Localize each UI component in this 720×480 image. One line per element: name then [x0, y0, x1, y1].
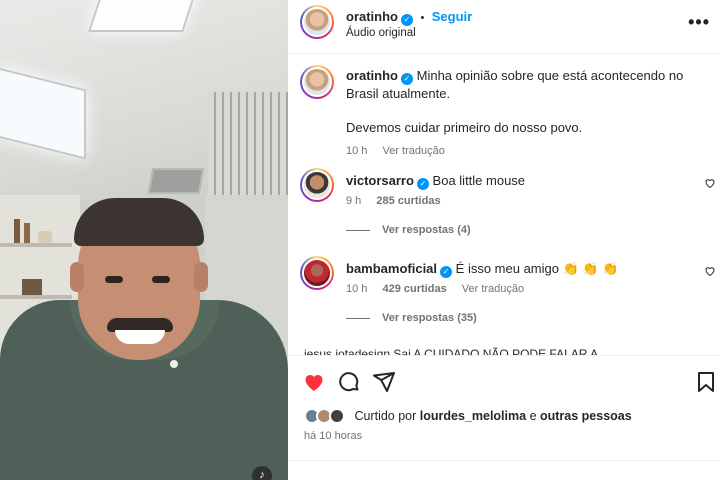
avatar[interactable]: [300, 256, 334, 290]
heart-outline-icon[interactable]: [704, 177, 716, 192]
avatar[interactable]: [300, 5, 334, 39]
verified-icon: ✓: [416, 178, 429, 190]
comment-text: É isso meu amigo 👏 👏 👏: [455, 261, 619, 276]
caption-author[interactable]: oratinho: [346, 68, 398, 83]
ceiling-light: [88, 0, 197, 32]
liked-by: Curtido por lourdes_melolima e outras pe…: [304, 408, 632, 424]
caption-text-2: Devemos cuidar primeiro do nosso povo.: [346, 120, 583, 135]
translate-link[interactable]: Ver tradução: [462, 283, 524, 295]
replies-line: [346, 229, 370, 231]
shelf-object: [38, 231, 52, 243]
comment-author[interactable]: bambamoficial: [346, 261, 437, 276]
comment-time: 9 h: [346, 195, 362, 207]
action-bar: Curtido por lourdes_melolima e outras pe…: [288, 355, 720, 480]
verified-icon: ✓: [440, 266, 453, 278]
avatar[interactable]: [300, 168, 334, 202]
post-time[interactable]: há 10 horas: [304, 430, 362, 442]
person-ear: [194, 262, 208, 292]
verified-icon: ✓: [401, 14, 413, 26]
separator-dot: •: [420, 12, 425, 24]
heart-filled-icon[interactable]: [302, 370, 326, 394]
view-replies-button[interactable]: Ver respostas (4): [382, 224, 471, 236]
divider: [288, 460, 720, 461]
shelf-object: [22, 279, 42, 295]
headset-microphone: [170, 360, 178, 368]
comment-text: Boa little mouse: [432, 173, 526, 188]
liked-by-prefix: Curtido por: [354, 409, 417, 423]
translate-link[interactable]: Ver tradução: [382, 145, 444, 157]
heart-outline-icon[interactable]: [704, 265, 716, 280]
list-item: victorsarro ✓ Boa little mouse 9 h 285 cu…: [346, 172, 686, 236]
send-icon[interactable]: [372, 370, 396, 394]
avatar[interactable]: [300, 65, 334, 99]
bookmark-icon[interactable]: [694, 370, 718, 394]
author-username[interactable]: oratinho: [346, 9, 398, 24]
wall-slats: [208, 92, 288, 202]
avatar: [328, 408, 345, 424]
comments-list[interactable]: oratinho ✓ Minha opinião sobre que está a…: [288, 55, 720, 355]
list-item: bambamoficial ✓ É isso meu amigo 👏 👏 👏 10…: [346, 260, 686, 324]
post-media[interactable]: ♪: [0, 0, 288, 480]
audio-label[interactable]: Áudio original: [346, 27, 416, 39]
comment-likes[interactable]: 429 curtidas: [382, 283, 446, 295]
follow-button[interactable]: Seguir: [432, 9, 472, 24]
liked-by-others[interactable]: outras pessoas: [540, 409, 632, 423]
comment-icon[interactable]: [337, 370, 361, 394]
more-options-icon[interactable]: •••: [688, 12, 710, 33]
partial-comment: jesus.jotadesign Sai A CUIDADO NÃO PODE …: [304, 347, 599, 355]
shelf-object: [24, 223, 30, 243]
person-smile: [115, 330, 165, 344]
post-panel: oratinho ✓ • Seguir Áudio original ••• or…: [288, 0, 720, 480]
person-ear: [70, 262, 84, 292]
air-vent: [147, 168, 205, 194]
shelf-object: [14, 219, 20, 243]
shelf: [0, 295, 72, 299]
liked-by-user[interactable]: lourdes_melolima: [420, 409, 526, 423]
speaker-icon[interactable]: ♪: [252, 466, 272, 480]
post-header: oratinho ✓ • Seguir Áudio original •••: [288, 0, 720, 54]
person-hair: [74, 198, 204, 246]
caption: oratinho ✓ Minha opinião sobre que está a…: [346, 67, 706, 157]
verified-icon: ✓: [401, 73, 413, 85]
liked-by-conj: e: [529, 409, 537, 423]
person-eye: [105, 276, 123, 283]
view-replies-button[interactable]: Ver respostas (35): [382, 312, 477, 324]
replies-line: [346, 317, 370, 319]
comment-likes[interactable]: 285 curtidas: [376, 195, 440, 207]
shelf: [0, 243, 72, 247]
comment-time: 10 h: [346, 283, 368, 295]
caption-time: 10 h: [346, 145, 368, 157]
person-eye: [152, 276, 170, 283]
comment-author[interactable]: victorsarro: [346, 173, 414, 188]
